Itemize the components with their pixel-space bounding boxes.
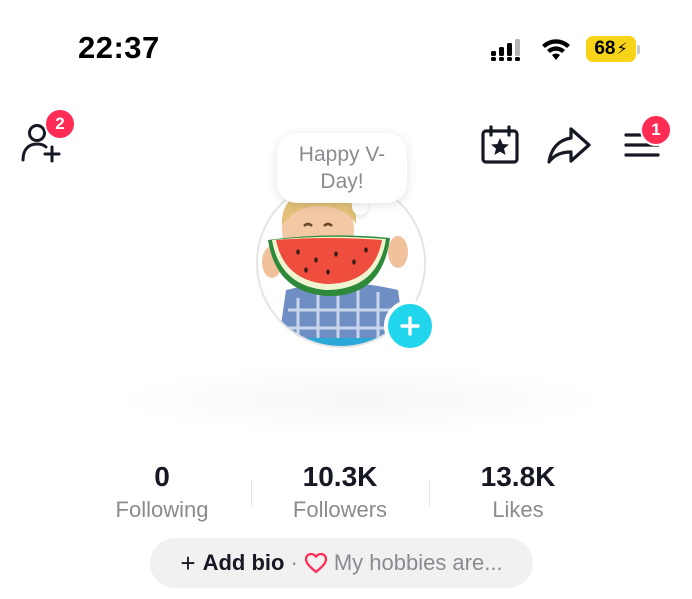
profile-avatar-container <box>256 178 436 352</box>
profile-note[interactable]: Happy V-Day! <box>277 133 407 203</box>
stat-label: Likes <box>492 497 544 522</box>
stat-followers[interactable]: 10.3K Followers <box>251 460 429 524</box>
charging-bolt-icon: ⚡ <box>616 41 628 58</box>
add-bio-label: Add bio <box>202 550 285 575</box>
battery-level: 68 ⚡ <box>586 36 636 62</box>
blurred-name-area <box>110 365 610 435</box>
add-story-button[interactable] <box>384 300 436 352</box>
bio-hint: My hobbies are... <box>333 550 503 575</box>
status-time: 22:37 <box>78 30 160 65</box>
stat-divider <box>251 480 252 506</box>
stat-label: Followers <box>292 497 388 522</box>
menu-notification-badge: 1 <box>640 114 672 146</box>
share-profile-button[interactable] <box>545 123 593 167</box>
battery-indicator: 68 ⚡ <box>586 36 640 62</box>
stat-label: Following <box>115 497 209 522</box>
heart-icon <box>304 552 327 574</box>
status-indicators: 68 ⚡ <box>490 36 640 62</box>
profile-stats: 0 Following 10.3K Followers 13.8K Likes <box>73 460 609 524</box>
battery-cap <box>637 44 640 54</box>
stat-value: 0 <box>154 461 170 492</box>
stat-following[interactable]: 0 Following <box>73 460 251 524</box>
calendar-button[interactable] <box>478 123 522 167</box>
stat-divider <box>429 480 430 506</box>
cellular-signal-icon <box>491 39 520 61</box>
calendar-star-icon <box>481 125 519 164</box>
add-bio-button[interactable]: + Add bio · My hobbies are... <box>150 538 533 588</box>
share-arrow-icon <box>547 127 591 164</box>
plus-icon <box>400 316 420 336</box>
add-bio-plus-icon: + <box>180 548 196 578</box>
friend-requests-badge: 2 <box>44 108 76 140</box>
stat-likes[interactable]: 13.8K Likes <box>429 460 607 524</box>
stat-value: 10.3K <box>302 461 378 492</box>
wifi-icon <box>542 39 570 60</box>
bio-separator: · <box>290 550 298 575</box>
stat-value: 13.8K <box>480 461 556 492</box>
battery-percent: 68 <box>594 38 616 59</box>
